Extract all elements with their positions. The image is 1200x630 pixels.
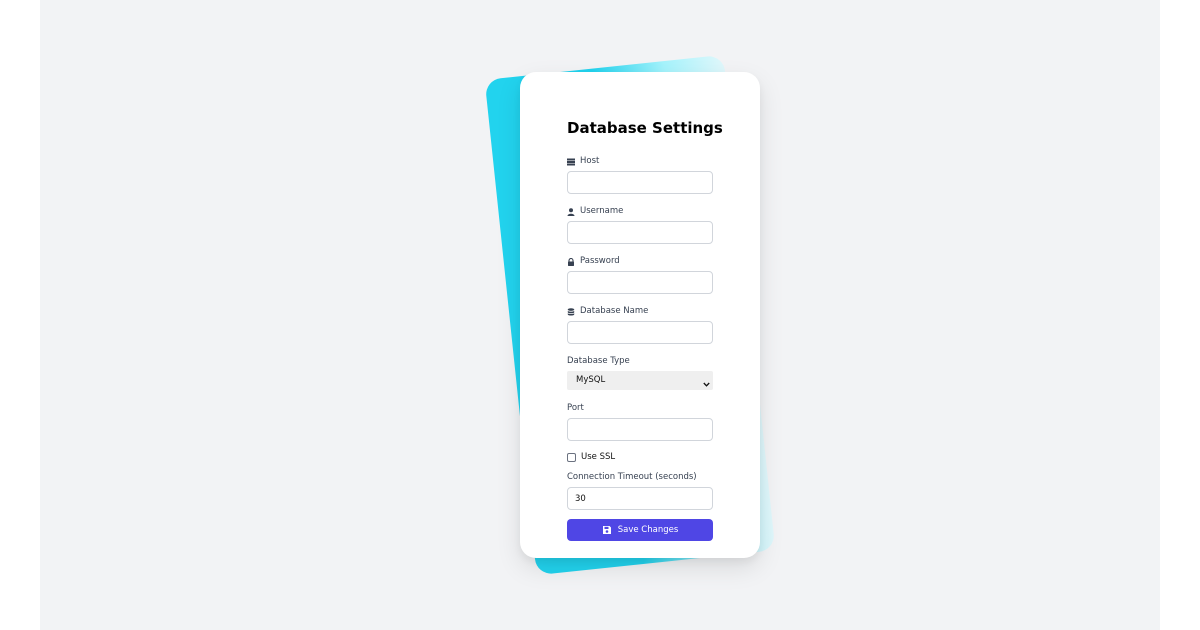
- host-label-text: Host: [580, 156, 600, 166]
- password-input[interactable]: [567, 271, 713, 294]
- page-background: Database Settings Host Username Password…: [40, 0, 1160, 630]
- chevron-down-icon: [703, 377, 710, 387]
- host-label: Host: [567, 156, 713, 167]
- server-icon: [567, 158, 575, 166]
- save-icon: [602, 525, 612, 535]
- username-label-text: Username: [580, 206, 624, 216]
- save-button-label: Save Changes: [617, 525, 679, 535]
- settings-card: Database Settings Host Username Password…: [520, 72, 760, 558]
- database-type-select[interactable]: MySQL: [567, 371, 713, 390]
- database-type-selected: MySQL: [576, 375, 606, 385]
- username-input[interactable]: [567, 221, 713, 244]
- password-label: Password: [567, 256, 713, 267]
- form-title: Database Settings: [567, 119, 723, 137]
- user-icon: [567, 207, 575, 216]
- use-ssl-checkbox[interactable]: [567, 452, 576, 462]
- database-icon: [567, 307, 575, 316]
- timeout-group: Connection Timeout (seconds): [567, 472, 713, 510]
- database-name-label: Database Name: [567, 306, 713, 317]
- timeout-input[interactable]: [567, 487, 713, 510]
- port-label: Port: [567, 403, 584, 413]
- use-ssl-row[interactable]: Use SSL: [567, 451, 713, 463]
- database-name-label-text: Database Name: [580, 306, 649, 316]
- use-ssl-label: Use SSL: [581, 452, 616, 462]
- timeout-label: Connection Timeout (seconds): [567, 472, 697, 482]
- database-name-input[interactable]: [567, 321, 713, 344]
- username-label: Username: [567, 206, 713, 217]
- save-button[interactable]: Save Changes: [567, 519, 713, 541]
- lock-icon: [567, 257, 575, 266]
- port-input[interactable]: [567, 418, 713, 441]
- port-group: Port: [567, 403, 713, 441]
- host-input[interactable]: [567, 171, 713, 194]
- username-group: Username: [567, 206, 713, 244]
- password-label-text: Password: [580, 256, 620, 266]
- database-type-label: Database Type: [567, 356, 630, 366]
- host-group: Host: [567, 156, 713, 194]
- password-group: Password: [567, 256, 713, 294]
- database-name-group: Database Name: [567, 306, 713, 344]
- database-type-group: Database Type MySQL: [567, 356, 713, 390]
